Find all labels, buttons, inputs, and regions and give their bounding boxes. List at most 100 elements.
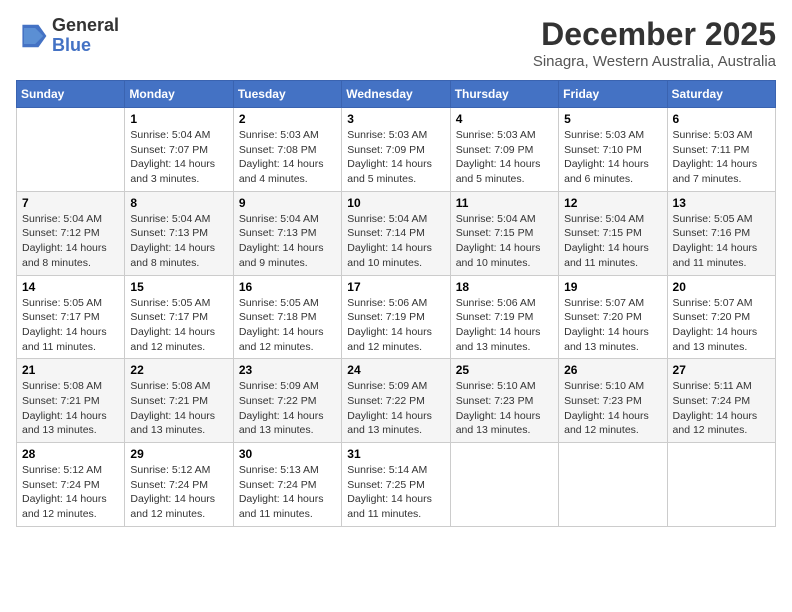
day-info: Sunrise: 5:03 AMSunset: 7:09 PMDaylight:… [456,128,553,187]
day-number: 3 [347,112,444,126]
day-info: Sunrise: 5:03 AMSunset: 7:09 PMDaylight:… [347,128,444,187]
day-info: Sunrise: 5:13 AMSunset: 7:24 PMDaylight:… [239,463,336,522]
day-info: Sunrise: 5:05 AMSunset: 7:17 PMDaylight:… [22,296,119,355]
calendar-cell: 29Sunrise: 5:12 AMSunset: 7:24 PMDayligh… [125,443,233,527]
day-info: Sunrise: 5:06 AMSunset: 7:19 PMDaylight:… [347,296,444,355]
logo-icon [16,20,48,52]
calendar-cell: 21Sunrise: 5:08 AMSunset: 7:21 PMDayligh… [17,359,125,443]
calendar-cell: 5 Sunrise: 5:03 AMSunset: 7:10 PMDaylight… [559,108,667,192]
day-number: 22 [130,363,227,377]
day-number: 12 [564,196,661,210]
calendar-cell: 15 Sunrise: 5:05 AMSunset: 7:17 PMDayligh… [125,275,233,359]
calendar-cell: 10 Sunrise: 5:04 AMSunset: 7:14 PMDayligh… [342,191,450,275]
calendar-cell: 25 Sunrise: 5:10 AMSunset: 7:23 PMDayligh… [450,359,558,443]
calendar-cell: 8 Sunrise: 5:04 AMSunset: 7:13 PMDaylight… [125,191,233,275]
day-info: Sunrise: 5:04 AMSunset: 7:15 PMDaylight:… [456,212,553,271]
calendar-cell: 19 Sunrise: 5:07 AMSunset: 7:20 PMDayligh… [559,275,667,359]
day-info: Sunrise: 5:09 AMSunset: 7:22 PMDaylight:… [239,379,336,438]
calendar-cell: 22Sunrise: 5:08 AMSunset: 7:21 PMDayligh… [125,359,233,443]
day-number: 26 [564,363,661,377]
calendar-cell: 30 Sunrise: 5:13 AMSunset: 7:24 PMDayligh… [233,443,341,527]
day-info: Sunrise: 5:04 AMSunset: 7:13 PMDaylight:… [239,212,336,271]
logo-line1: General [52,16,119,36]
day-number: 8 [130,196,227,210]
day-info: Sunrise: 5:11 AMSunset: 7:24 PMDaylight:… [673,379,770,438]
day-number: 31 [347,447,444,461]
day-info: Sunrise: 5:10 AMSunset: 7:23 PMDaylight:… [456,379,553,438]
day-info: Sunrise: 5:04 AMSunset: 7:15 PMDaylight:… [564,212,661,271]
day-number: 25 [456,363,553,377]
day-info: Sunrise: 5:04 AMSunset: 7:07 PMDaylight:… [130,128,227,187]
weekday-row: SundayMondayTuesdayWednesdayThursdayFrid… [17,81,776,108]
day-info: Sunrise: 5:04 AMSunset: 7:14 PMDaylight:… [347,212,444,271]
title-section: December 2025 Sinagra, Western Australia… [533,16,776,70]
day-info: Sunrise: 5:03 AMSunset: 7:10 PMDaylight:… [564,128,661,187]
day-info: Sunrise: 5:04 AMSunset: 7:13 PMDaylight:… [130,212,227,271]
day-info: Sunrise: 5:05 AMSunset: 7:18 PMDaylight:… [239,296,336,355]
week-row-3: 14 Sunrise: 5:05 AMSunset: 7:17 PMDayligh… [17,275,776,359]
day-number: 24 [347,363,444,377]
day-info: Sunrise: 5:08 AMSunset: 7:21 PMDaylight:… [22,379,119,438]
day-number: 5 [564,112,661,126]
calendar-cell: 26 Sunrise: 5:10 AMSunset: 7:23 PMDayligh… [559,359,667,443]
calendar-cell: 16 Sunrise: 5:05 AMSunset: 7:18 PMDayligh… [233,275,341,359]
day-info: Sunrise: 5:06 AMSunset: 7:19 PMDaylight:… [456,296,553,355]
calendar-cell: 18 Sunrise: 5:06 AMSunset: 7:19 PMDayligh… [450,275,558,359]
calendar-cell: 2 Sunrise: 5:03 AMSunset: 7:08 PMDaylight… [233,108,341,192]
calendar-cell: 14 Sunrise: 5:05 AMSunset: 7:17 PMDayligh… [17,275,125,359]
day-info: Sunrise: 5:03 AMSunset: 7:11 PMDaylight:… [673,128,770,187]
calendar-cell: 23Sunrise: 5:09 AMSunset: 7:22 PMDayligh… [233,359,341,443]
location-subtitle: Sinagra, Western Australia, Australia [533,53,776,70]
weekday-header-friday: Friday [559,81,667,108]
calendar-cell: 4 Sunrise: 5:03 AMSunset: 7:09 PMDaylight… [450,108,558,192]
calendar-cell: 1 Sunrise: 5:04 AMSunset: 7:07 PMDaylight… [125,108,233,192]
day-number: 14 [22,280,119,294]
day-info: Sunrise: 5:04 AMSunset: 7:12 PMDaylight:… [22,212,119,271]
calendar-cell [559,443,667,527]
logo-text: General Blue [52,16,119,56]
week-row-1: 1 Sunrise: 5:04 AMSunset: 7:07 PMDaylight… [17,108,776,192]
day-info: Sunrise: 5:12 AMSunset: 7:24 PMDaylight:… [130,463,227,522]
day-info: Sunrise: 5:07 AMSunset: 7:20 PMDaylight:… [564,296,661,355]
week-row-4: 21Sunrise: 5:08 AMSunset: 7:21 PMDayligh… [17,359,776,443]
day-number: 17 [347,280,444,294]
calendar-cell: 24 Sunrise: 5:09 AMSunset: 7:22 PMDayligh… [342,359,450,443]
calendar-cell: 12 Sunrise: 5:04 AMSunset: 7:15 PMDayligh… [559,191,667,275]
day-info: Sunrise: 5:07 AMSunset: 7:20 PMDaylight:… [673,296,770,355]
day-number: 15 [130,280,227,294]
day-number: 30 [239,447,336,461]
day-number: 7 [22,196,119,210]
day-info: Sunrise: 5:03 AMSunset: 7:08 PMDaylight:… [239,128,336,187]
weekday-header-sunday: Sunday [17,81,125,108]
day-number: 1 [130,112,227,126]
weekday-header-thursday: Thursday [450,81,558,108]
day-info: Sunrise: 5:05 AMSunset: 7:16 PMDaylight:… [673,212,770,271]
day-number: 16 [239,280,336,294]
day-number: 19 [564,280,661,294]
day-number: 11 [456,196,553,210]
calendar-table: SundayMondayTuesdayWednesdayThursdayFrid… [16,80,776,527]
calendar-cell [667,443,775,527]
day-number: 10 [347,196,444,210]
calendar-cell: 11 Sunrise: 5:04 AMSunset: 7:15 PMDayligh… [450,191,558,275]
day-number: 27 [673,363,770,377]
calendar-cell [450,443,558,527]
calendar-cell [17,108,125,192]
day-number: 20 [673,280,770,294]
day-info: Sunrise: 5:05 AMSunset: 7:17 PMDaylight:… [130,296,227,355]
day-number: 6 [673,112,770,126]
day-number: 18 [456,280,553,294]
day-number: 9 [239,196,336,210]
page-header: General Blue December 2025 Sinagra, West… [16,16,776,70]
day-info: Sunrise: 5:12 AMSunset: 7:24 PMDaylight:… [22,463,119,522]
calendar-cell: 7 Sunrise: 5:04 AMSunset: 7:12 PMDaylight… [17,191,125,275]
week-row-2: 7 Sunrise: 5:04 AMSunset: 7:12 PMDaylight… [17,191,776,275]
weekday-header-wednesday: Wednesday [342,81,450,108]
logo-line2: Blue [52,36,119,56]
week-row-5: 28Sunrise: 5:12 AMSunset: 7:24 PMDayligh… [17,443,776,527]
day-number: 4 [456,112,553,126]
day-number: 13 [673,196,770,210]
day-number: 2 [239,112,336,126]
day-info: Sunrise: 5:09 AMSunset: 7:22 PMDaylight:… [347,379,444,438]
day-info: Sunrise: 5:10 AMSunset: 7:23 PMDaylight:… [564,379,661,438]
